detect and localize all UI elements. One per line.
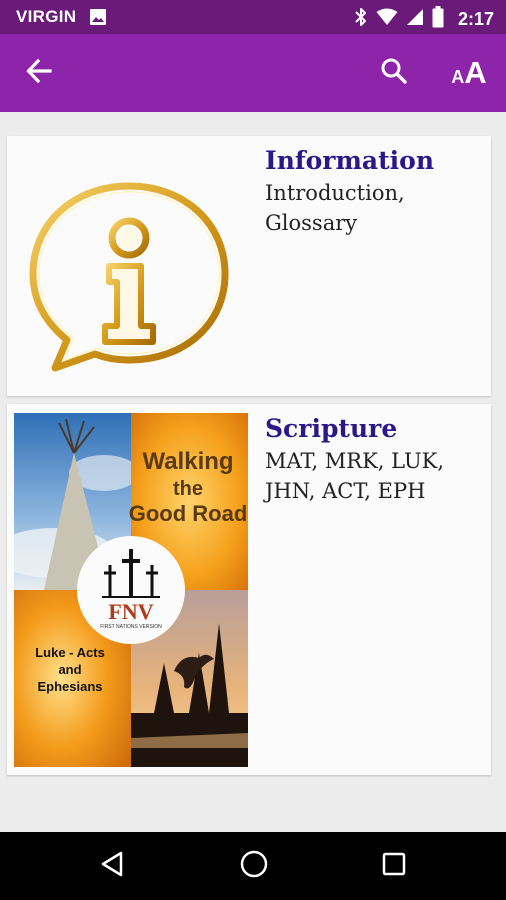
arrow-left-icon [26,58,52,88]
back-button[interactable] [12,34,66,112]
card-title: Information [265,146,435,175]
nav-home-icon [239,849,269,883]
font-size-icon: AA [451,55,487,90]
book-collection-list: Information Introduction, Glossary Walki… [0,112,506,832]
image-icon [89,8,107,30]
system-nav-bar [0,832,506,900]
info-speech-bubble-icon [25,180,233,372]
bluetooth-icon [354,7,368,31]
search-icon [380,57,408,89]
book-cover-image: Walking the Good Road FNV FIRST NATIONS … [14,413,248,767]
information-card[interactable]: Information Introduction, Glossary [7,136,491,396]
cover-books-2: and [58,662,81,677]
app-bar: AA [0,34,506,112]
nav-recents-button[interactable] [354,832,434,900]
font-size-small-glyph: A [451,67,465,87]
font-size-big-glyph: A [464,55,487,90]
card-description: Introduction, Glossary [265,181,405,235]
wifi-icon [376,8,398,30]
status-icons: 2:17 [354,6,494,32]
scripture-card[interactable]: Walking the Good Road FNV FIRST NATIONS … [7,404,491,775]
font-size-button[interactable]: AA [438,34,500,112]
battery-icon [432,6,444,32]
nav-home-button[interactable] [214,832,294,900]
carrier-label: VIRGIN [16,7,77,26]
cover-heading-2: the [173,478,203,500]
cover-logo-subtext: FIRST NATIONS VERSION [100,624,162,630]
cover-heading-1: Walking [142,448,233,475]
status-bar: VIRGIN 2:17 [0,0,506,34]
nav-recents-icon [381,851,407,881]
cover-heading-3: Good Road [129,501,248,526]
clock: 2:17 [457,8,494,29]
search-button[interactable] [366,34,422,112]
cover-logo: FNV [108,599,153,624]
cover-books-3: Ephesians [37,679,102,694]
signal-icon [406,8,424,30]
nav-back-icon [99,850,125,882]
cover-books-1: Luke - Acts [35,645,105,660]
nav-back-button[interactable] [72,832,152,900]
card-description: MAT, MRK, LUK, JHN, ACT, EPH [265,449,445,503]
card-title: Scripture [265,414,398,443]
